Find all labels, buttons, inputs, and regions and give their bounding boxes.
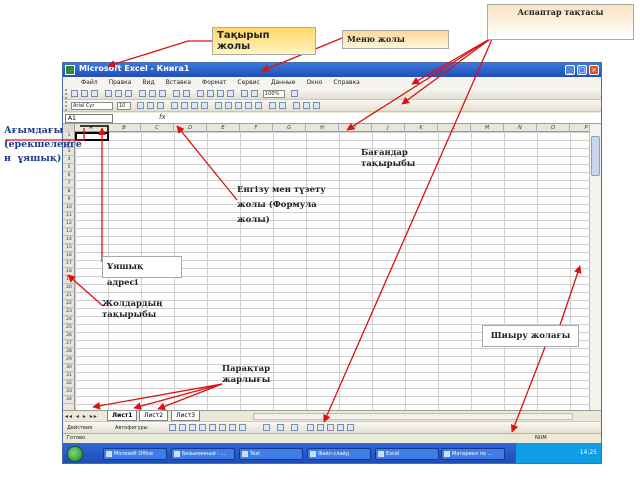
callout-formula-line1: Енгізу мен түзету [237, 185, 326, 195]
callout-sheet-tabs: Парақтар жарлығы [222, 364, 270, 386]
arrow-scroll-vertical [559, 265, 582, 326]
callout-scroll-text: Шиыру жолағы [490, 331, 571, 341]
callout-cell-address: Ұяшық адресі [102, 256, 182, 288]
callout-active-cell: Ағымдағы (ерекшеленге н ұяшық) [4, 124, 112, 166]
callout-active-line3: н ұяшық) [4, 153, 62, 164]
callout-active-line1: Ағымдағы [4, 125, 64, 136]
arrow-sheets-2 [133, 383, 223, 410]
arrow-sheets-3 [157, 383, 223, 411]
callout-formula-line2: жолы (Формула [237, 200, 317, 210]
slide: Microsoft Excel - Книга1 _ □ × Файл Прав… [0, 0, 640, 480]
callout-formula-line3: жолы) [237, 215, 270, 225]
arrow-toolbar-4 [323, 36, 494, 423]
callout-title-line2: жолы [217, 41, 251, 52]
callout-sheets-line1: Парақтар [222, 364, 271, 374]
callout-rowheaders-line1: Жолдардың [102, 299, 163, 309]
callout-title-line1: Тақырып [217, 30, 270, 41]
callout-rowheaders-line2: тақырыбы [102, 310, 157, 320]
annotation-arrows [5, 36, 582, 433]
callout-colheaders-line1: Бағандар [361, 148, 408, 158]
callout-active-line2: (ерекшеленге [4, 139, 82, 150]
callout-colheaders-line2: тақырыбы [361, 159, 416, 169]
arrow-scroll-horizontal [510, 346, 546, 433]
callout-scrollbar: Шиыру жолағы [482, 325, 579, 347]
callout-column-headers: Бағандар тақырыбы [361, 148, 415, 170]
callout-menu-bar: Меню жолы [342, 30, 449, 49]
arrow-sheets-1 [92, 383, 223, 410]
callout-row-headers: Жолдардың тақырыбы [102, 299, 162, 321]
callout-formula-bar: Енгізу мен түзету жолы (Формула жолы) [237, 183, 326, 228]
callout-title-bar: Тақырып жолы [212, 27, 316, 55]
callout-address-text: Ұяшық адресі [107, 262, 144, 288]
callout-toolbars: Аспаптар тақтасы [487, 4, 634, 40]
arrow-title-bar [107, 40, 212, 68]
arrow-formula-bar [176, 125, 238, 201]
callout-menu-text: Меню жолы [347, 34, 405, 44]
callout-sheets-line2: жарлығы [222, 375, 271, 385]
arrow-toolbar-3 [346, 36, 494, 131]
callout-toolbars-text: Аспаптар тақтасы [517, 7, 604, 17]
arrow-row-headers [67, 274, 104, 307]
